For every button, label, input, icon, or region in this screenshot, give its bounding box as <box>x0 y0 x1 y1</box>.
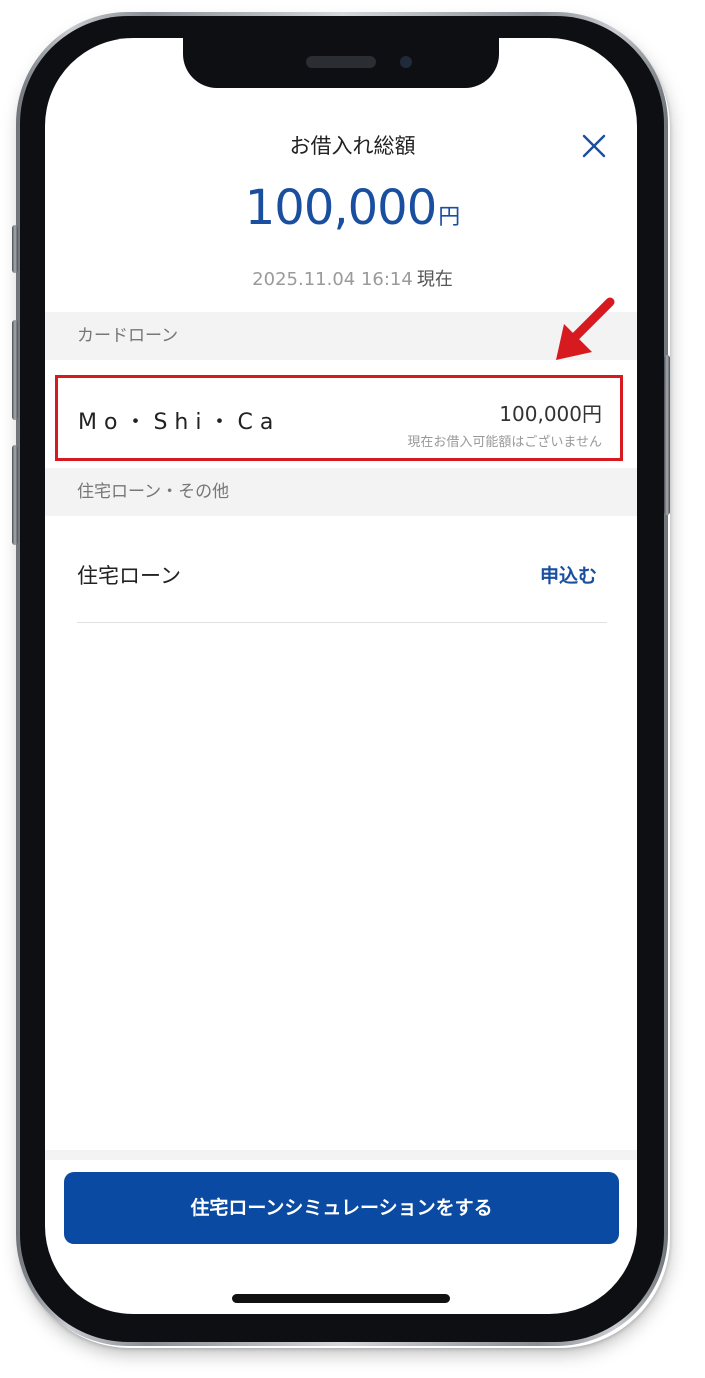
housing-simulation-button[interactable]: 住宅ローンシミュレーションをする <box>64 1172 619 1244</box>
card-loan-row[interactable]: Mo・Shi・Ca 100,000円 現在お借入可能額はございません <box>55 375 623 461</box>
housing-loan-apply-link[interactable]: 申込む <box>540 561 597 588</box>
home-indicator <box>232 1294 450 1303</box>
card-loan-name: Mo・Shi・Ca <box>78 410 281 435</box>
card-loan-amount: 100,000円 <box>499 402 602 426</box>
card-loan-note: 現在お借入可能額はございません <box>407 435 602 450</box>
total-amount-value: 100,000 <box>244 180 437 236</box>
timestamp-suffix: 現在 <box>416 269 453 290</box>
timestamp: 2025.11.04 16:14 現在 <box>0 265 705 291</box>
front-camera <box>400 56 412 68</box>
close-icon[interactable] <box>580 132 608 160</box>
volume-down-button <box>12 445 18 545</box>
section-header-housing: 住宅ローン・その他 <box>45 468 637 516</box>
bottom-bar-top <box>45 1150 637 1160</box>
total-amount: 100,000円 <box>0 180 705 236</box>
timestamp-value: 2025.11.04 16:14 <box>252 269 413 290</box>
housing-loan-label: 住宅ローン <box>77 564 181 588</box>
speaker <box>306 56 376 68</box>
section-header-card-loan: カードローン <box>45 312 637 360</box>
arrow-icon <box>552 294 622 366</box>
volume-up-button <box>12 320 18 420</box>
divider <box>77 622 607 623</box>
total-amount-unit: 円 <box>438 205 461 230</box>
power-button <box>664 355 670 515</box>
